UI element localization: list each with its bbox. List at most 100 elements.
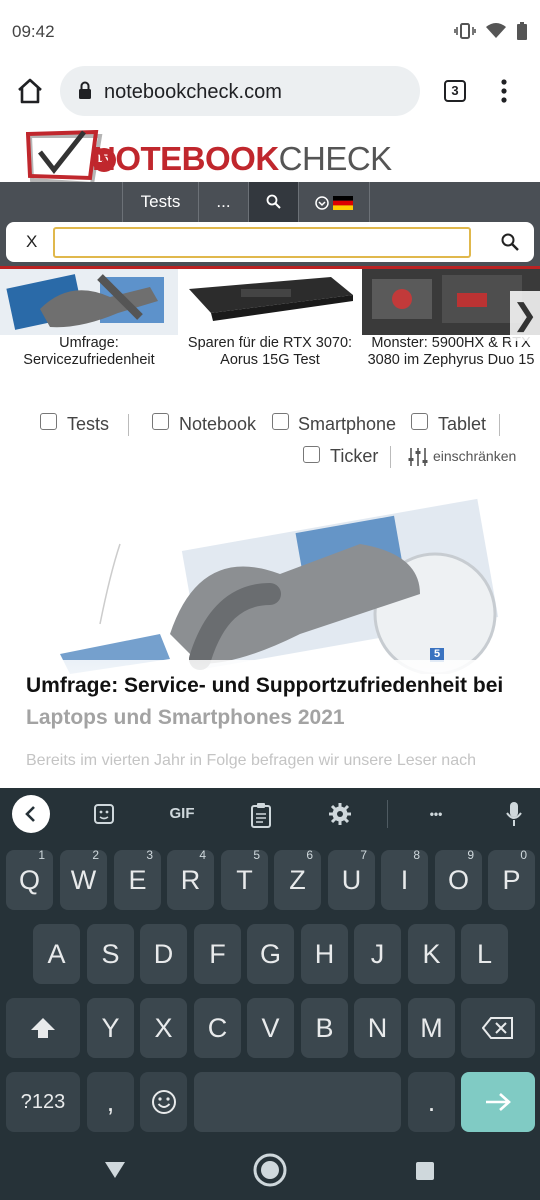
article-headline-continued[interactable]: Laptops und Smartphones 2021 <box>26 706 345 730</box>
carousel-next-button[interactable]: ❯ <box>510 291 540 341</box>
filter-tests-label[interactable]: Tests <box>67 414 109 435</box>
key-r[interactable]: R4 <box>167 848 214 910</box>
keyboard-back-button[interactable] <box>12 795 50 833</box>
address-bar[interactable]: notebookcheck.com <box>60 66 420 116</box>
filter-ticker-checkbox[interactable] <box>303 446 320 463</box>
key-y[interactable]: Y <box>87 998 134 1058</box>
symbols-key[interactable]: ?123 <box>6 1072 80 1132</box>
key-q[interactable]: Q1 <box>6 848 53 910</box>
search-icon <box>266 194 282 214</box>
chevron-left-icon <box>12 806 50 837</box>
filter-smartphone-checkbox[interactable] <box>272 413 289 430</box>
key-i[interactable]: I8 <box>381 848 428 910</box>
arrow-right-icon <box>485 1087 511 1117</box>
chevron-right-icon: ❯ <box>512 299 538 332</box>
settings-gear-icon[interactable] <box>328 802 352 831</box>
restrict-filter-link[interactable]: einschränken <box>433 448 516 464</box>
filter-ticker-label[interactable]: Ticker <box>330 446 378 467</box>
sliders-icon[interactable] <box>408 446 428 473</box>
key-m[interactable]: M <box>408 998 455 1058</box>
search-submit-icon[interactable] <box>500 232 520 257</box>
recents-square-icon[interactable] <box>415 1161 435 1186</box>
browser-toolbar: notebookcheck.com 3 <box>0 62 540 126</box>
search-bar: X <box>0 222 540 268</box>
vibrate-icon <box>454 23 476 44</box>
chevron-circle-icon <box>314 192 334 211</box>
key-g[interactable]: G <box>247 924 294 984</box>
key-a[interactable]: A <box>33 924 80 984</box>
key-s[interactable]: S <box>87 924 134 984</box>
article-headline[interactable]: Umfrage: Service- und Supportzufriedenhe… <box>26 668 536 704</box>
gif-button[interactable]: GIF <box>160 788 204 840</box>
emoji-key[interactable] <box>140 1072 187 1132</box>
key-j[interactable]: J <box>354 924 401 984</box>
featured-article[interactable]: 5 Umfrage: Service- und Supportzufrieden… <box>0 484 540 784</box>
back-triangle-icon[interactable] <box>104 1161 126 1184</box>
toolbar-divider <box>387 800 388 828</box>
article-image: 5 <box>0 484 540 679</box>
site-header: 15 NOTEBOOKCHECK <box>0 126 540 187</box>
microphone-icon[interactable] <box>505 801 523 832</box>
key-h[interactable]: H <box>301 924 348 984</box>
filter-tablet-checkbox[interactable] <box>411 413 428 430</box>
home-icon[interactable] <box>16 78 44 109</box>
key-n[interactable]: N <box>354 998 401 1058</box>
nav-language-button[interactable] <box>298 182 370 222</box>
key-d[interactable]: D <box>140 924 187 984</box>
key-z[interactable]: Z6 <box>274 848 321 910</box>
key-f[interactable]: F <box>194 924 241 984</box>
search-input[interactable] <box>53 227 471 258</box>
tab-switcher-button[interactable]: 3 <box>444 80 466 102</box>
featured-carousel: Umfrage: Servicezufriedenheit Sparen für… <box>0 269 540 381</box>
key-k[interactable]: K <box>408 924 455 984</box>
soft-keyboard: GIF ••• Q1 W2 E3 R4 T5 Z6 U7 I8 O9 P0 A … <box>0 788 540 1142</box>
article-teaser: Bereits im vierten Jahr in Folge befrage… <box>26 752 476 769</box>
search-close-button[interactable]: X <box>26 232 37 252</box>
carousel-card[interactable]: Umfrage: Servicezufriedenheit <box>0 269 178 373</box>
filter-bar: Tests Notebook Smartphone Tablet Ticker … <box>0 384 540 484</box>
enter-key[interactable] <box>461 1072 535 1132</box>
key-l[interactable]: L <box>461 924 508 984</box>
key-x[interactable]: X <box>140 998 187 1058</box>
filter-notebook-label[interactable]: Notebook <box>179 414 256 435</box>
overflow-menu-icon[interactable] <box>500 78 508 109</box>
site-nav: Tests ... <box>0 182 540 222</box>
shift-key[interactable] <box>6 998 80 1058</box>
space-key[interactable] <box>194 1072 401 1132</box>
backspace-icon <box>481 1015 514 1045</box>
battery-icon <box>516 22 528 45</box>
clipboard-icon[interactable] <box>250 802 272 833</box>
filter-notebook-checkbox[interactable] <box>152 413 169 430</box>
key-v[interactable]: V <box>247 998 294 1058</box>
key-e[interactable]: E3 <box>114 848 161 910</box>
key-u[interactable]: U7 <box>328 848 375 910</box>
more-tools-button[interactable]: ••• <box>418 788 454 840</box>
key-w[interactable]: W2 <box>60 848 107 910</box>
system-navigation-bar <box>0 1142 540 1200</box>
backspace-key[interactable] <box>461 998 535 1058</box>
filter-tests-checkbox[interactable] <box>40 413 57 430</box>
lock-icon <box>78 81 92 104</box>
clock: 09:42 <box>12 22 55 41</box>
key-c[interactable]: C <box>194 998 241 1058</box>
carousel-image <box>181 269 359 335</box>
carousel-card[interactable]: Sparen für die RTX 3070: Aorus 15G Test <box>181 269 359 373</box>
divider <box>499 414 500 436</box>
comma-key[interactable]: , <box>87 1072 134 1132</box>
image-badge: 5 <box>434 648 441 660</box>
home-circle-icon[interactable] <box>252 1152 288 1193</box>
filter-smartphone-label[interactable]: Smartphone <box>298 414 396 435</box>
nav-search-button[interactable] <box>248 182 298 222</box>
key-t[interactable]: T5 <box>221 848 268 910</box>
shift-icon <box>30 1015 56 1045</box>
filter-tablet-label[interactable]: Tablet <box>438 414 486 435</box>
key-b[interactable]: B <box>301 998 348 1058</box>
key-p[interactable]: P0 <box>488 848 535 910</box>
key-o[interactable]: O9 <box>435 848 482 910</box>
nav-tests[interactable]: Tests <box>122 182 198 222</box>
sticker-icon[interactable] <box>92 802 116 831</box>
nav-more[interactable]: ... <box>198 182 248 222</box>
emoji-icon <box>151 1090 177 1121</box>
period-key[interactable]: . <box>408 1072 455 1132</box>
carousel-image <box>0 269 178 335</box>
